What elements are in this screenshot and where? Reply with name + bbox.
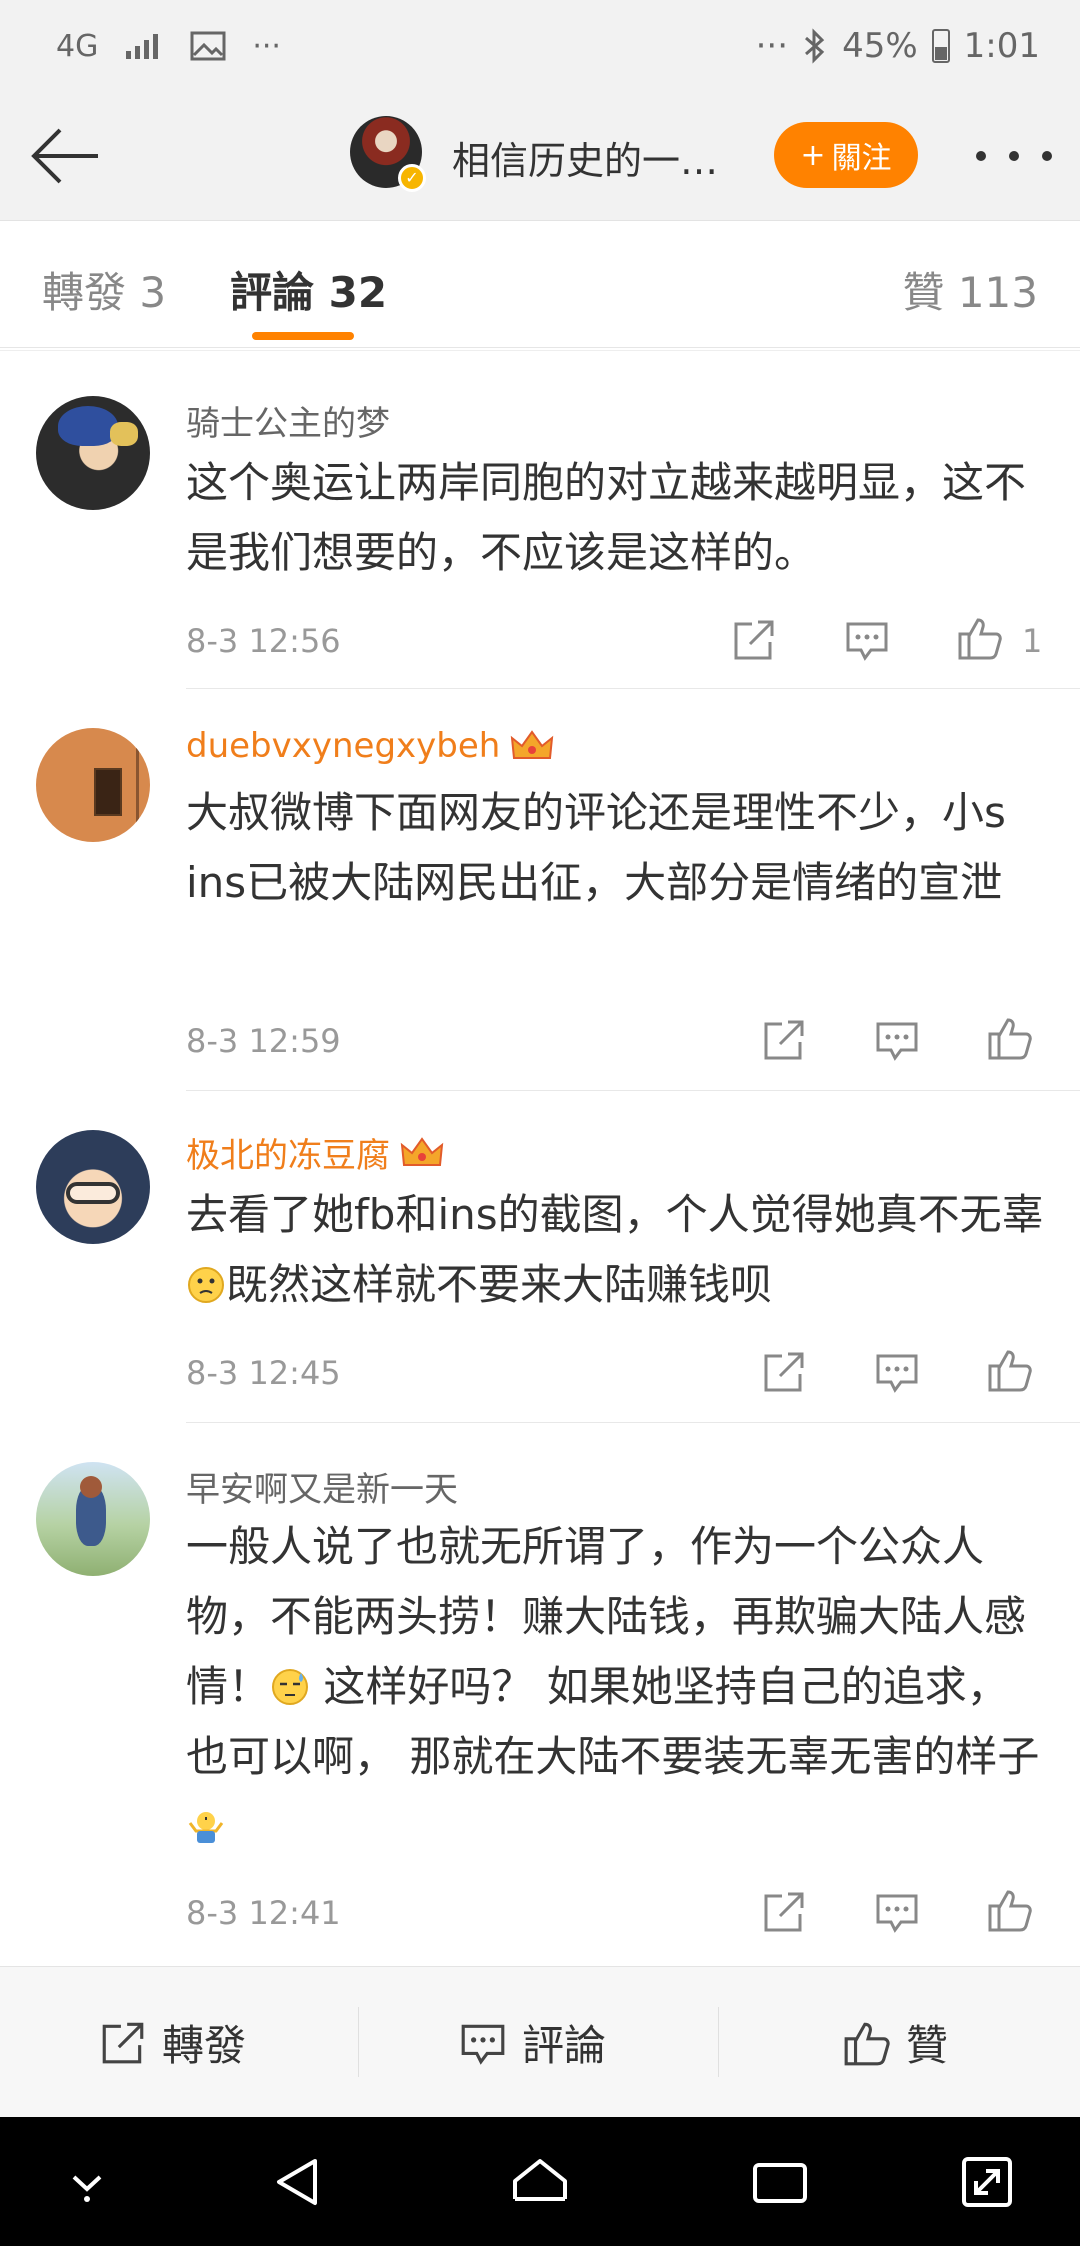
nav-recents-icon[interactable]: [745, 2147, 815, 2217]
author-name[interactable]: 相信历史的一…: [452, 130, 718, 185]
vip-crown-icon: [510, 728, 554, 764]
follow-button[interactable]: + 關注: [774, 122, 918, 188]
share-icon[interactable]: [730, 616, 778, 664]
status-left: 4G ···: [56, 22, 281, 70]
like-icon[interactable]: [986, 1014, 1034, 1062]
back-button[interactable]: [28, 118, 104, 194]
divider: [186, 1422, 1080, 1423]
thinking-emoji-icon: [188, 1267, 224, 1303]
repost-label: 轉發: [162, 2021, 247, 2070]
comment-icon[interactable]: [873, 1348, 921, 1396]
status-bar: 4G ··· ··· 45% 1:01: [0, 0, 1080, 92]
battery-icon: [931, 29, 950, 63]
follow-label: 關注: [831, 141, 892, 176]
plus-icon: +: [800, 137, 826, 173]
nav-home-icon[interactable]: [505, 2147, 575, 2217]
like-icon[interactable]: [956, 614, 1004, 662]
vip-crown-icon: [400, 1135, 444, 1171]
comment-text: 去看了她fb和ins的截图，个人觉得她真不无辜既然这样就不要来大陆赚钱呗: [186, 1190, 1044, 1309]
comment-label: 評論: [522, 2021, 607, 2070]
comment-username[interactable]: 极北的冻豆腐: [186, 1128, 444, 1177]
comment-icon[interactable]: [873, 1888, 921, 1936]
status-dots-left: ···: [252, 28, 281, 64]
divider: [718, 2007, 719, 2077]
divider: [358, 2007, 359, 2077]
repost-icon: [102, 2022, 144, 2063]
comment-button[interactable]: 評論: [458, 1967, 606, 2118]
status-time: 1:01: [963, 26, 1040, 66]
sweat-emoji-icon: [272, 1669, 309, 1705]
avatar[interactable]: [36, 396, 150, 510]
tab-comments[interactable]: 評論 32: [230, 259, 387, 320]
comment-text: 一般人说了也就无所谓了，作为一个公众人物，不能两头捞！赚大陆钱，再欺骗大陆人感情…: [186, 1512, 1048, 1862]
active-tab-indicator: [252, 332, 354, 340]
comment-username[interactable]: 骑士公主的梦: [186, 396, 390, 445]
verified-badge-icon: ✓: [398, 164, 426, 192]
more-options-icon[interactable]: [976, 138, 1052, 174]
tab-likes[interactable]: 贊 113: [902, 259, 1038, 320]
share-icon[interactable]: [760, 1016, 808, 1064]
comment-time: 8-3 12:59: [186, 1022, 341, 1060]
avatar[interactable]: [36, 1462, 150, 1576]
avatar[interactable]: [36, 728, 150, 842]
divider: [186, 688, 1080, 689]
signal-icon: [126, 34, 159, 59]
shrug-emoji-icon: [188, 1812, 224, 1843]
comment-time: 8-3 12:45: [186, 1354, 341, 1392]
status-right: ··· 45% 1:01: [756, 22, 1040, 70]
comment-icon[interactable]: [873, 1016, 921, 1064]
avatar[interactable]: [36, 1130, 150, 1244]
status-dots-right: ···: [755, 26, 789, 66]
comment-icon: [461, 2024, 505, 2065]
tab-bar: 轉發 3 評論 32 贊 113: [0, 221, 1080, 348]
comment-time: 8-3 12:41: [186, 1894, 341, 1932]
comment-username[interactable]: duebvxynegxybeh: [186, 726, 554, 766]
repost-button[interactable]: 轉發: [98, 1967, 246, 2118]
like-label: 贊: [906, 2021, 949, 2070]
comment-text: 大叔微博下面网友的评论还是理性不少，小s ins已被大陆网民出征，大部分是情绪的…: [186, 788, 1006, 907]
network-label: 4G: [56, 28, 99, 64]
bottom-action-bar: 轉發 評論 贊: [0, 1966, 1080, 2118]
nav-back-icon[interactable]: [265, 2147, 335, 2217]
back-arrow-icon: [31, 128, 98, 184]
like-icon[interactable]: [986, 1886, 1034, 1934]
comment-username[interactable]: 早安啊又是新一天: [186, 1462, 458, 1511]
like-icon[interactable]: [986, 1346, 1034, 1394]
comment-time: 8-3 12:56: [186, 622, 341, 660]
battery-percent: 45%: [842, 26, 918, 66]
system-nav-bar: [0, 2117, 1080, 2246]
like-button[interactable]: 贊: [842, 1967, 948, 2118]
like-count: 1: [1022, 622, 1043, 660]
gallery-icon: [190, 31, 226, 61]
divider: [0, 350, 1080, 351]
like-icon: [844, 2022, 890, 2065]
tab-repost[interactable]: 轉發 3: [42, 259, 166, 320]
fullscreen-icon[interactable]: [952, 2147, 1022, 2217]
share-icon[interactable]: [760, 1348, 808, 1396]
comment-icon[interactable]: [843, 616, 891, 664]
comment-text: 这个奥运让两岸同胞的对立越来越明显，这不是我们想要的，不应该是这样的。: [186, 458, 1027, 577]
hide-keyboard-icon[interactable]: [52, 2147, 122, 2217]
nav-bar: ✓ 相信历史的一… + 關注: [0, 92, 1080, 221]
divider: [186, 1090, 1080, 1091]
bluetooth-icon: [805, 28, 825, 64]
share-icon[interactable]: [760, 1888, 808, 1936]
